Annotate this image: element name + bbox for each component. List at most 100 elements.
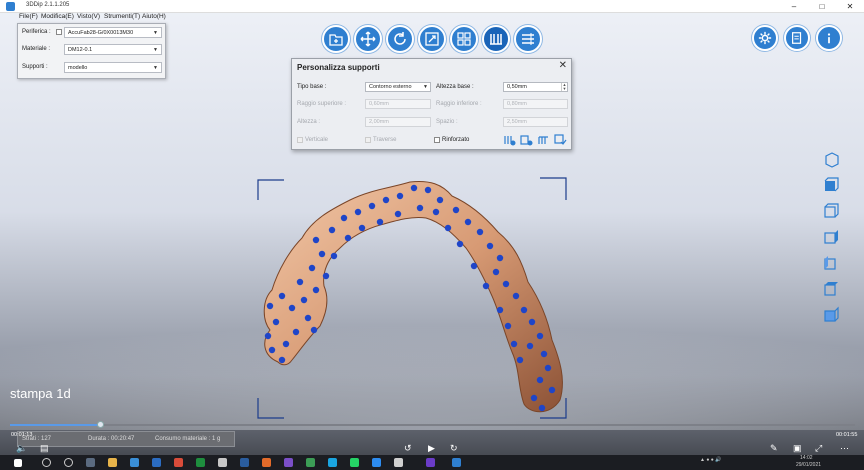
subtitles-icon[interactable]: ▤	[40, 443, 49, 454]
slice-button[interactable]	[514, 25, 542, 53]
altezza-input[interactable]: 2,00mm	[365, 117, 431, 127]
more-options-icon[interactable]: ⋯	[840, 443, 849, 454]
support-point[interactable]	[310, 326, 318, 334]
whatsapp-icon[interactable]	[350, 458, 359, 467]
support-point[interactable]	[512, 292, 520, 300]
task-view-icon[interactable]	[86, 458, 95, 467]
support-point[interactable]	[278, 356, 286, 364]
edit-icon[interactable]: ✎	[770, 443, 778, 454]
view-iso-icon[interactable]	[822, 150, 840, 168]
support-point[interactable]	[486, 242, 494, 250]
photoshop-icon[interactable]	[372, 458, 381, 467]
add-model-button[interactable]	[322, 25, 350, 53]
rotate-button[interactable]	[386, 25, 414, 53]
support-point[interactable]	[452, 206, 460, 214]
play-icon[interactable]: ▶	[428, 443, 435, 454]
support-point[interactable]	[330, 252, 338, 260]
support-point[interactable]	[396, 192, 404, 200]
spinner-icon[interactable]: ▲ ▼	[561, 83, 567, 91]
altezza-base-input[interactable]: 0,50mm ▲ ▼	[503, 82, 568, 92]
support-point[interactable]	[368, 202, 376, 210]
view-left-icon[interactable]	[822, 228, 840, 246]
support-point[interactable]	[464, 218, 472, 226]
volume-icon[interactable]: 🔈	[16, 443, 27, 454]
forward-icon[interactable]: ↻	[450, 443, 458, 454]
remove-support-icon[interactable]	[520, 134, 533, 146]
support-point[interactable]	[394, 210, 402, 218]
materiale-select[interactable]: DM12-0.1 ▼	[64, 44, 162, 55]
support-point[interactable]	[492, 268, 500, 276]
app-icon[interactable]	[218, 458, 227, 467]
support-point[interactable]	[312, 236, 320, 244]
start-icon[interactable]	[14, 459, 22, 467]
excel-icon[interactable]	[306, 458, 315, 467]
rewind-icon[interactable]: ↺	[404, 443, 412, 454]
skype-icon[interactable]	[328, 458, 337, 467]
view-right-icon[interactable]	[822, 254, 840, 272]
support-point[interactable]	[444, 224, 452, 232]
support-point[interactable]	[424, 186, 432, 194]
support-point[interactable]	[410, 184, 418, 192]
support-point[interactable]	[436, 196, 444, 204]
support-point[interactable]	[548, 386, 556, 394]
support-point[interactable]	[502, 280, 510, 288]
apply-support-icon[interactable]	[554, 134, 567, 146]
fullscreen-icon[interactable]: ⤢	[815, 443, 822, 454]
periferica-select[interactable]: AccuFab28-G/0X0013M30 ▼	[64, 27, 162, 38]
support-point[interactable]	[358, 224, 366, 232]
tray-icons[interactable]: ▲ ● ● 🔊	[700, 457, 721, 463]
auto-support-icon[interactable]	[537, 134, 550, 146]
support-point[interactable]	[510, 340, 518, 348]
cortana-icon[interactable]	[64, 458, 73, 467]
chrome-icon[interactable]	[196, 458, 205, 467]
support-point[interactable]	[482, 282, 490, 290]
support-point[interactable]	[328, 226, 336, 234]
onenote-icon[interactable]	[284, 458, 293, 467]
support-point[interactable]	[272, 318, 280, 326]
support-point[interactable]	[312, 286, 320, 294]
support-point[interactable]	[382, 196, 390, 204]
support-point[interactable]	[526, 342, 534, 350]
support-point[interactable]	[292, 328, 300, 336]
support-point[interactable]	[496, 254, 504, 262]
support-point[interactable]	[340, 214, 348, 222]
support-point[interactable]	[322, 272, 330, 280]
settings-button[interactable]	[752, 25, 778, 51]
scale-button[interactable]	[418, 25, 446, 53]
support-point[interactable]	[504, 322, 512, 330]
store-icon[interactable]	[152, 458, 161, 467]
supports-button[interactable]	[482, 25, 510, 53]
miniplayer-icon[interactable]: ▣	[793, 443, 802, 454]
view-bottom-icon[interactable]	[822, 306, 840, 324]
support-point[interactable]	[266, 302, 274, 310]
support-point[interactable]	[432, 208, 440, 216]
support-point[interactable]	[296, 278, 304, 286]
layout-button[interactable]	[450, 25, 478, 53]
support-point[interactable]	[538, 404, 546, 412]
info-button[interactable]	[816, 25, 842, 51]
firefox-icon[interactable]	[262, 458, 271, 467]
support-point[interactable]	[300, 296, 308, 304]
premiere-icon[interactable]	[426, 458, 435, 467]
support-point[interactable]	[282, 340, 290, 348]
traverse-checkbox[interactable]	[365, 137, 371, 143]
office-icon[interactable]	[174, 458, 183, 467]
support-point[interactable]	[536, 332, 544, 340]
support-point[interactable]	[376, 218, 384, 226]
support-point[interactable]	[470, 262, 478, 270]
app2-icon[interactable]	[394, 458, 403, 467]
raggio-inferiore-input[interactable]: 0,80mm	[503, 99, 568, 109]
view-top-icon[interactable]	[822, 280, 840, 298]
support-point[interactable]	[528, 318, 536, 326]
file-explorer-icon[interactable]	[108, 458, 117, 467]
support-point[interactable]	[536, 376, 544, 384]
raggio-superiore-input[interactable]: 0,60mm	[365, 99, 431, 109]
support-point[interactable]	[416, 204, 424, 212]
support-point[interactable]	[354, 208, 362, 216]
support-point[interactable]	[540, 350, 548, 358]
support-point[interactable]	[496, 306, 504, 314]
support-point[interactable]	[520, 306, 528, 314]
supporti-select[interactable]: modello ▼	[64, 62, 162, 73]
search-icon[interactable]	[42, 458, 51, 467]
verticale-checkbox[interactable]	[297, 137, 303, 143]
